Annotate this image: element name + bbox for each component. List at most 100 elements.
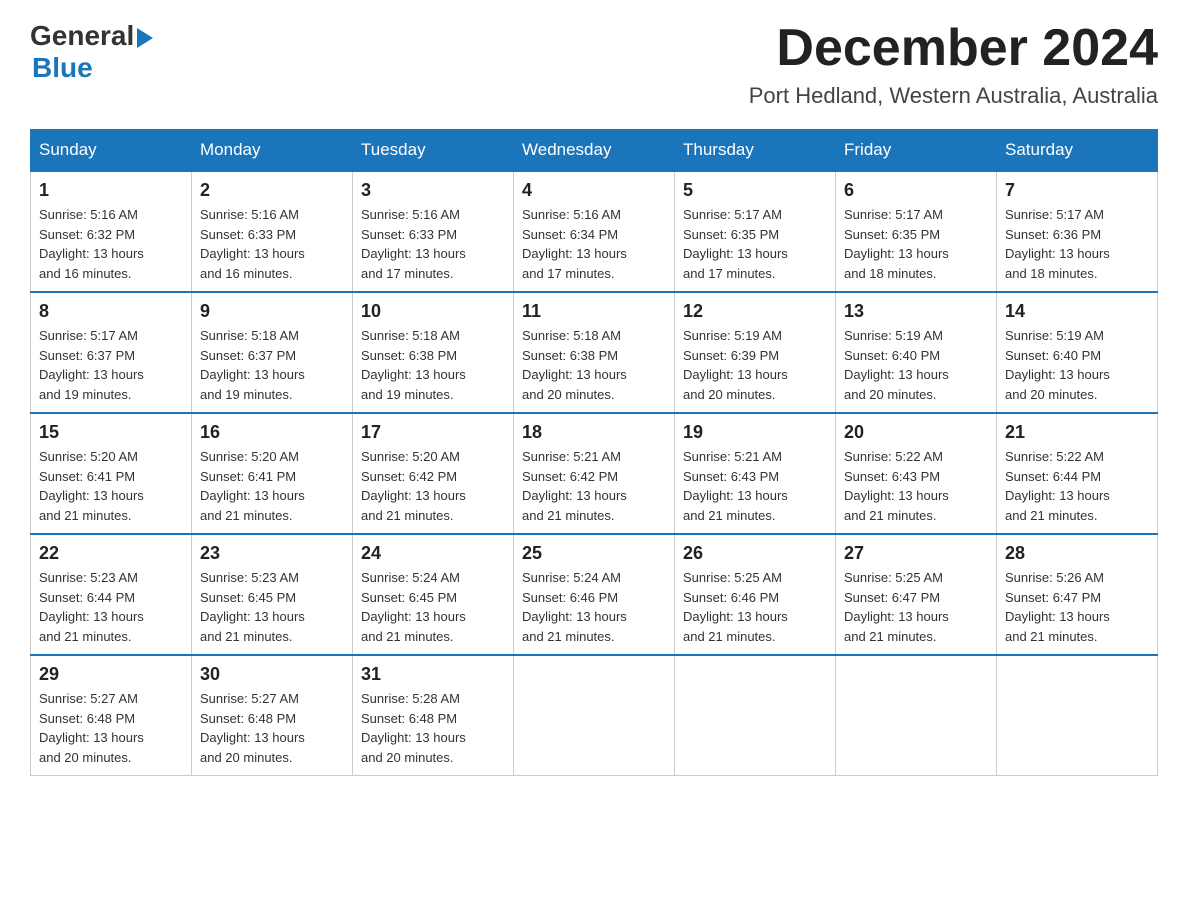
logo-blue: Blue: [32, 52, 93, 84]
day-cell: 13 Sunrise: 5:19 AMSunset: 6:40 PMDayligh…: [836, 292, 997, 413]
day-number: 7: [1005, 180, 1149, 201]
day-number: 28: [1005, 543, 1149, 564]
day-cell: 8 Sunrise: 5:17 AMSunset: 6:37 PMDaylight…: [31, 292, 192, 413]
day-number: 14: [1005, 301, 1149, 322]
empty-day-cell: [514, 655, 675, 776]
title-area: December 2024 Port Hedland, Western Aust…: [749, 20, 1158, 109]
day-cell: 2 Sunrise: 5:16 AMSunset: 6:33 PMDaylight…: [192, 171, 353, 292]
day-number: 13: [844, 301, 988, 322]
day-info: Sunrise: 5:20 AMSunset: 6:41 PMDaylight:…: [200, 447, 344, 525]
day-of-week-thursday: Thursday: [675, 130, 836, 172]
day-info: Sunrise: 5:19 AMSunset: 6:40 PMDaylight:…: [1005, 326, 1149, 404]
day-cell: 16Sunrise: 5:20 AMSunset: 6:41 PMDayligh…: [192, 413, 353, 534]
day-info: Sunrise: 5:19 AMSunset: 6:40 PMDaylight:…: [844, 326, 988, 404]
day-info: Sunrise: 5:24 AMSunset: 6:45 PMDaylight:…: [361, 568, 505, 646]
day-number: 10: [361, 301, 505, 322]
day-number: 15: [39, 422, 183, 443]
day-of-week-sunday: Sunday: [31, 130, 192, 172]
day-number: 21: [1005, 422, 1149, 443]
day-info: Sunrise: 5:17 AMSunset: 6:35 PMDaylight:…: [844, 205, 988, 283]
day-info: Sunrise: 5:27 AMSunset: 6:48 PMDaylight:…: [39, 689, 183, 767]
day-cell: 12 Sunrise: 5:19 AMSunset: 6:39 PMDayligh…: [675, 292, 836, 413]
day-info: Sunrise: 5:28 AMSunset: 6:48 PMDaylight:…: [361, 689, 505, 767]
day-number: 23: [200, 543, 344, 564]
day-of-week-friday: Friday: [836, 130, 997, 172]
day-of-week-monday: Monday: [192, 130, 353, 172]
day-number: 2: [200, 180, 344, 201]
day-info: Sunrise: 5:24 AMSunset: 6:46 PMDaylight:…: [522, 568, 666, 646]
day-cell: 31Sunrise: 5:28 AMSunset: 6:48 PMDayligh…: [353, 655, 514, 776]
day-info: Sunrise: 5:22 AMSunset: 6:43 PMDaylight:…: [844, 447, 988, 525]
day-cell: 29 Sunrise: 5:27 AMSunset: 6:48 PMDayligh…: [31, 655, 192, 776]
day-cell: 15Sunrise: 5:20 AMSunset: 6:41 PMDayligh…: [31, 413, 192, 534]
day-number: 8: [39, 301, 183, 322]
day-cell: 11 Sunrise: 5:18 AMSunset: 6:38 PMDayligh…: [514, 292, 675, 413]
day-info: Sunrise: 5:16 AMSunset: 6:34 PMDaylight:…: [522, 205, 666, 283]
empty-day-cell: [997, 655, 1158, 776]
day-number: 6: [844, 180, 988, 201]
day-cell: 6 Sunrise: 5:17 AMSunset: 6:35 PMDaylight…: [836, 171, 997, 292]
calendar-header-row: SundayMondayTuesdayWednesdayThursdayFrid…: [31, 130, 1158, 172]
day-number: 26: [683, 543, 827, 564]
day-cell: 23 Sunrise: 5:23 AMSunset: 6:45 PMDayligh…: [192, 534, 353, 655]
empty-day-cell: [836, 655, 997, 776]
day-cell: 26 Sunrise: 5:25 AMSunset: 6:46 PMDayligh…: [675, 534, 836, 655]
day-number: 27: [844, 543, 988, 564]
day-number: 25: [522, 543, 666, 564]
day-of-week-saturday: Saturday: [997, 130, 1158, 172]
logo: General Blue: [30, 20, 153, 84]
day-number: 20: [844, 422, 988, 443]
day-cell: 14 Sunrise: 5:19 AMSunset: 6:40 PMDayligh…: [997, 292, 1158, 413]
day-info: Sunrise: 5:25 AMSunset: 6:46 PMDaylight:…: [683, 568, 827, 646]
day-number: 29: [39, 664, 183, 685]
calendar-week-row: 15 Sunrise: 5:20 AMSunset: 6:41 PMDayligh…: [31, 413, 1158, 534]
day-info: Sunrise: 5:21 AMSunset: 6:43 PMDaylight:…: [683, 447, 827, 525]
month-title: December 2024: [749, 20, 1158, 77]
day-info: Sunrise: 5:18 AMSunset: 6:37 PMDaylight:…: [200, 326, 344, 404]
day-cell: 5Sunrise: 5:17 AMSunset: 6:35 PMDaylight…: [675, 171, 836, 292]
logo-general: General: [30, 20, 134, 52]
empty-day-cell: [675, 655, 836, 776]
day-cell: 18Sunrise: 5:21 AMSunset: 6:42 PMDayligh…: [514, 413, 675, 534]
day-cell: 28Sunrise: 5:26 AMSunset: 6:47 PMDayligh…: [997, 534, 1158, 655]
day-cell: 4 Sunrise: 5:16 AMSunset: 6:34 PMDaylight…: [514, 171, 675, 292]
day-number: 22: [39, 543, 183, 564]
day-cell: 21 Sunrise: 5:22 AMSunset: 6:44 PMDayligh…: [997, 413, 1158, 534]
day-cell: 30 Sunrise: 5:27 AMSunset: 6:48 PMDayligh…: [192, 655, 353, 776]
day-info: Sunrise: 5:16 AMSunset: 6:33 PMDaylight:…: [200, 205, 344, 283]
day-number: 17: [361, 422, 505, 443]
day-number: 11: [522, 301, 666, 322]
day-number: 4: [522, 180, 666, 201]
day-info: Sunrise: 5:23 AMSunset: 6:44 PMDaylight:…: [39, 568, 183, 646]
day-cell: 19Sunrise: 5:21 AMSunset: 6:43 PMDayligh…: [675, 413, 836, 534]
day-number: 1: [39, 180, 183, 201]
location-title: Port Hedland, Western Australia, Austral…: [749, 83, 1158, 109]
day-cell: 20 Sunrise: 5:22 AMSunset: 6:43 PMDayligh…: [836, 413, 997, 534]
day-info: Sunrise: 5:21 AMSunset: 6:42 PMDaylight:…: [522, 447, 666, 525]
day-number: 9: [200, 301, 344, 322]
logo-triangle-icon: [134, 26, 153, 46]
day-info: Sunrise: 5:16 AMSunset: 6:33 PMDaylight:…: [361, 205, 505, 283]
day-number: 3: [361, 180, 505, 201]
day-cell: 25 Sunrise: 5:24 AMSunset: 6:46 PMDayligh…: [514, 534, 675, 655]
day-info: Sunrise: 5:27 AMSunset: 6:48 PMDaylight:…: [200, 689, 344, 767]
day-info: Sunrise: 5:20 AMSunset: 6:42 PMDaylight:…: [361, 447, 505, 525]
day-cell: 27Sunrise: 5:25 AMSunset: 6:47 PMDayligh…: [836, 534, 997, 655]
day-info: Sunrise: 5:22 AMSunset: 6:44 PMDaylight:…: [1005, 447, 1149, 525]
day-number: 12: [683, 301, 827, 322]
day-cell: 10 Sunrise: 5:18 AMSunset: 6:38 PMDayligh…: [353, 292, 514, 413]
day-number: 30: [200, 664, 344, 685]
day-info: Sunrise: 5:17 AMSunset: 6:37 PMDaylight:…: [39, 326, 183, 404]
day-info: Sunrise: 5:18 AMSunset: 6:38 PMDaylight:…: [361, 326, 505, 404]
day-of-week-tuesday: Tuesday: [353, 130, 514, 172]
day-cell: 9 Sunrise: 5:18 AMSunset: 6:37 PMDaylight…: [192, 292, 353, 413]
calendar-week-row: 1Sunrise: 5:16 AMSunset: 6:32 PMDaylight…: [31, 171, 1158, 292]
day-info: Sunrise: 5:19 AMSunset: 6:39 PMDaylight:…: [683, 326, 827, 404]
day-cell: 1Sunrise: 5:16 AMSunset: 6:32 PMDaylight…: [31, 171, 192, 292]
day-info: Sunrise: 5:17 AMSunset: 6:35 PMDaylight:…: [683, 205, 827, 283]
calendar-week-row: 22 Sunrise: 5:23 AMSunset: 6:44 PMDayligh…: [31, 534, 1158, 655]
day-info: Sunrise: 5:18 AMSunset: 6:38 PMDaylight:…: [522, 326, 666, 404]
calendar-week-row: 29 Sunrise: 5:27 AMSunset: 6:48 PMDayligh…: [31, 655, 1158, 776]
day-number: 24: [361, 543, 505, 564]
day-info: Sunrise: 5:23 AMSunset: 6:45 PMDaylight:…: [200, 568, 344, 646]
